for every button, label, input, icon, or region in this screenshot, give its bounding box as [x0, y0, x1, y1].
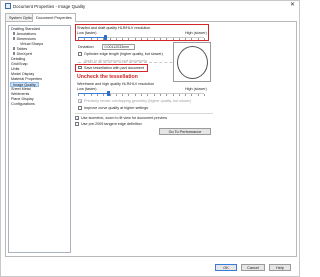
- improve-curve-label: Improve curve quality at higher settings: [84, 106, 149, 110]
- tessellation-preview-circle: [177, 46, 208, 79]
- save-tessellation-label: Save tessellation with part document: [84, 65, 145, 70]
- shaded-quality-heading: Shaded and draft quality HLR/HLV resolut…: [77, 25, 151, 30]
- title-bar: Document Properties - Image Quality ✕: [1, 1, 299, 11]
- expand-icon[interactable]: [13, 47, 16, 50]
- tree-item-label: Dimensions: [16, 37, 36, 41]
- properties-tree[interactable]: Drafting Standard Annotations Dimensions…: [8, 25, 71, 253]
- deviation-label: Deviation:: [78, 45, 95, 49]
- pre2009-tangent-label: Use pre-2009 tangent edge definition: [81, 122, 142, 126]
- shaded-low-label: Low (faster): [77, 30, 97, 35]
- tree-item-label: Units: [11, 67, 20, 71]
- tab-panel: Drafting Standard Annotations Dimensions…: [5, 21, 297, 257]
- tree-item-configurations[interactable]: Configurations: [11, 102, 35, 107]
- go-to-performance-button[interactable]: Go To Performance: [159, 128, 211, 135]
- expand-icon[interactable]: [13, 37, 16, 40]
- precisely-render-checkbox[interactable]: [78, 99, 82, 103]
- tree-item-label: Configurations: [11, 102, 35, 106]
- tab-document-properties[interactable]: Document Properties: [32, 13, 76, 22]
- deviation-value: 0.00112033mm: [104, 45, 130, 49]
- tree-item-label: Detailing: [11, 57, 26, 61]
- shaded-slider-ticks: [78, 38, 205, 41]
- deviation-field[interactable]: 0.00112033mm: [102, 44, 135, 50]
- wireframe-low-label: Low (faster): [77, 86, 97, 91]
- tree-item-label: Grid/Snap: [11, 62, 28, 66]
- precisely-render-label: Precisely render overlapping geometry (h…: [84, 99, 192, 103]
- section-divider: [75, 113, 213, 114]
- save-tessellation-checkbox[interactable]: [78, 65, 82, 70]
- isometric-preview-checkbox[interactable]: [75, 116, 79, 120]
- cancel-button[interactable]: Cancel: [241, 264, 265, 271]
- help-button[interactable]: Help: [269, 264, 291, 271]
- expand-icon[interactable]: [13, 32, 16, 35]
- tree-item-label: Plane Display: [11, 97, 34, 101]
- tree-item-label: Virtual Sharps: [20, 42, 44, 46]
- tree-item-label: DimXpert: [16, 52, 32, 56]
- preview-frame: [173, 42, 211, 82]
- ok-button[interactable]: OK: [215, 264, 237, 271]
- optimize-edge-label: Optimize edge length (higher quality, bu…: [84, 52, 163, 56]
- tree-item-label: Drafting Standard: [11, 27, 40, 31]
- uncheck-annotation: Uncheck the tessellation: [77, 74, 138, 80]
- improve-curve-checkbox[interactable]: [78, 106, 82, 110]
- shaded-high-label: High (slower): [185, 30, 207, 35]
- tree-item-label: Material Properties: [11, 77, 42, 81]
- tree-item-label: Tables: [16, 47, 28, 51]
- pre2009-tangent-checkbox[interactable]: [75, 122, 79, 126]
- image-quality-page: Shaded and draft quality HLR/HLV resolut…: [75, 24, 295, 256]
- optimize-edge-checkbox[interactable]: [78, 52, 82, 56]
- app-icon: [5, 3, 11, 9]
- tree-item-label: Model Display: [11, 72, 35, 76]
- tree-item-label: Sheet Metal: [11, 87, 31, 91]
- tree-item-label: Annotations: [16, 32, 37, 36]
- wireframe-high-label: High (slower): [185, 86, 207, 91]
- expand-icon[interactable]: [13, 52, 16, 55]
- wireframe-quality-heading: Wireframe and high quality HLR/HLV resol…: [77, 82, 155, 86]
- close-icon[interactable]: ✕: [290, 2, 295, 9]
- document-properties-dialog: Document Properties - Image Quality ✕ Sy…: [0, 0, 300, 277]
- window-title: Document Properties - Image Quality: [13, 3, 86, 9]
- isometric-preview-label: Use isometric, zoom to fit view for docu…: [81, 116, 168, 120]
- wireframe-slider-ticks: [78, 94, 205, 97]
- tree-item-label: Weldments: [11, 92, 30, 96]
